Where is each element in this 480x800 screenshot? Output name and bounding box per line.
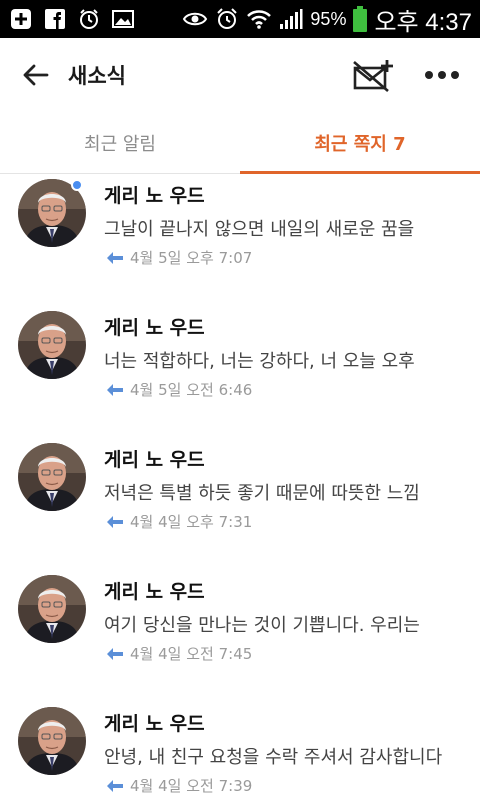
unread-indicator xyxy=(71,179,83,191)
image-icon xyxy=(110,6,136,32)
reply-arrow-icon xyxy=(106,515,124,529)
message-row[interactable]: 게리 노 우드 너는 적합하다, 너는 강하다, 너 오늘 오후 4월 5일 오… xyxy=(0,307,480,439)
message-timestamp: 4월 4일 오전 7:45 xyxy=(130,645,253,663)
avatar-photo xyxy=(18,311,86,379)
tab-bar: 최근 알림 최근 쪽지 7 xyxy=(0,112,480,174)
clock-icon xyxy=(76,6,102,32)
avatar xyxy=(18,707,86,775)
wifi-icon xyxy=(246,6,272,32)
signal-icon xyxy=(278,6,304,32)
avatar-photo xyxy=(18,707,86,775)
message-timestamp: 4월 4일 오후 7:31 xyxy=(130,513,253,531)
sender-name: 게리 노 우드 xyxy=(104,317,205,339)
avatar-photo xyxy=(18,443,86,511)
alarm-icon xyxy=(214,6,240,32)
arrow-left-icon xyxy=(23,64,49,86)
message-row[interactable]: 게리 노 우드 저녁은 특별 하듯 좋기 때문에 따뜻한 느낌 4월 4일 오후… xyxy=(0,439,480,571)
message-meta: 4월 5일 오전 6:46 xyxy=(106,379,252,400)
message-preview: 안녕, 내 친구 요청을 수락 주셔서 감사합니다 xyxy=(104,747,443,768)
message-list: 게리 노 우드 그날이 끝나지 않으면 내일의 새로운 꿈을 4월 5일 오후 … xyxy=(0,175,480,800)
message-preview: 여기 당신을 만나는 것이 기쁩니다. 우리는 xyxy=(104,615,420,636)
more-dots-icon xyxy=(425,71,459,79)
avatar xyxy=(18,443,86,511)
reply-arrow-icon xyxy=(106,383,124,397)
mail-add-icon xyxy=(353,60,393,92)
message-preview: 저녁은 특별 하듯 좋기 때문에 따뜻한 느낌 xyxy=(104,483,420,504)
avatar-photo xyxy=(18,575,86,643)
message-meta: 4월 4일 오후 7:31 xyxy=(106,511,252,532)
sender-name: 게리 노 우드 xyxy=(104,713,205,735)
message-row[interactable]: 게리 노 우드 안녕, 내 친구 요청을 수락 주셔서 감사합니다 4월 4일 … xyxy=(0,703,480,800)
battery-percent: 95% xyxy=(310,8,347,29)
message-preview: 그날이 끝나지 않으면 내일의 새로운 꿈을 xyxy=(104,219,415,240)
status-bar-left xyxy=(8,0,136,38)
sender-name: 게리 노 우드 xyxy=(104,449,205,471)
avatar xyxy=(18,575,86,643)
plus-box-icon xyxy=(8,6,34,32)
message-meta: 4월 4일 오전 7:39 xyxy=(106,775,252,796)
status-bar-right: 95% 오후 4:37 xyxy=(182,0,472,38)
reply-arrow-icon xyxy=(106,647,124,661)
more-options-button[interactable] xyxy=(422,58,462,92)
message-timestamp: 4월 4일 오전 7:39 xyxy=(130,777,253,795)
facebook-icon xyxy=(42,6,68,32)
active-tab-indicator xyxy=(240,171,480,174)
reply-arrow-icon xyxy=(106,779,124,793)
avatar xyxy=(18,311,86,379)
message-preview: 너는 적합하다, 너는 강하다, 너 오늘 오후 xyxy=(104,351,415,372)
back-button[interactable] xyxy=(18,58,52,92)
sender-name: 게리 노 우드 xyxy=(104,185,205,207)
tab-recent-notifications[interactable]: 최근 알림 xyxy=(0,112,240,174)
status-bar: 95% 오후 4:37 xyxy=(0,0,480,38)
message-meta: 4월 4일 오전 7:45 xyxy=(106,643,252,664)
tab-recent-messages[interactable]: 최근 쪽지 7 xyxy=(240,112,480,174)
app-header: 새소식 xyxy=(0,38,480,112)
status-time: 오후 4:37 xyxy=(374,8,472,36)
compose-message-button[interactable] xyxy=(352,56,394,94)
battery-icon xyxy=(352,6,368,32)
reply-arrow-icon xyxy=(106,251,124,265)
eye-icon xyxy=(182,6,208,32)
message-timestamp: 4월 5일 오후 7:07 xyxy=(130,249,253,267)
message-row[interactable]: 게리 노 우드 그날이 끝나지 않으면 내일의 새로운 꿈을 4월 5일 오후 … xyxy=(0,175,480,307)
page-title: 새소식 xyxy=(68,64,126,88)
sender-name: 게리 노 우드 xyxy=(104,581,205,603)
message-meta: 4월 5일 오후 7:07 xyxy=(106,247,252,268)
message-timestamp: 4월 5일 오전 6:46 xyxy=(130,381,253,399)
message-row[interactable]: 게리 노 우드 여기 당신을 만나는 것이 기쁩니다. 우리는 4월 4일 오전… xyxy=(0,571,480,703)
